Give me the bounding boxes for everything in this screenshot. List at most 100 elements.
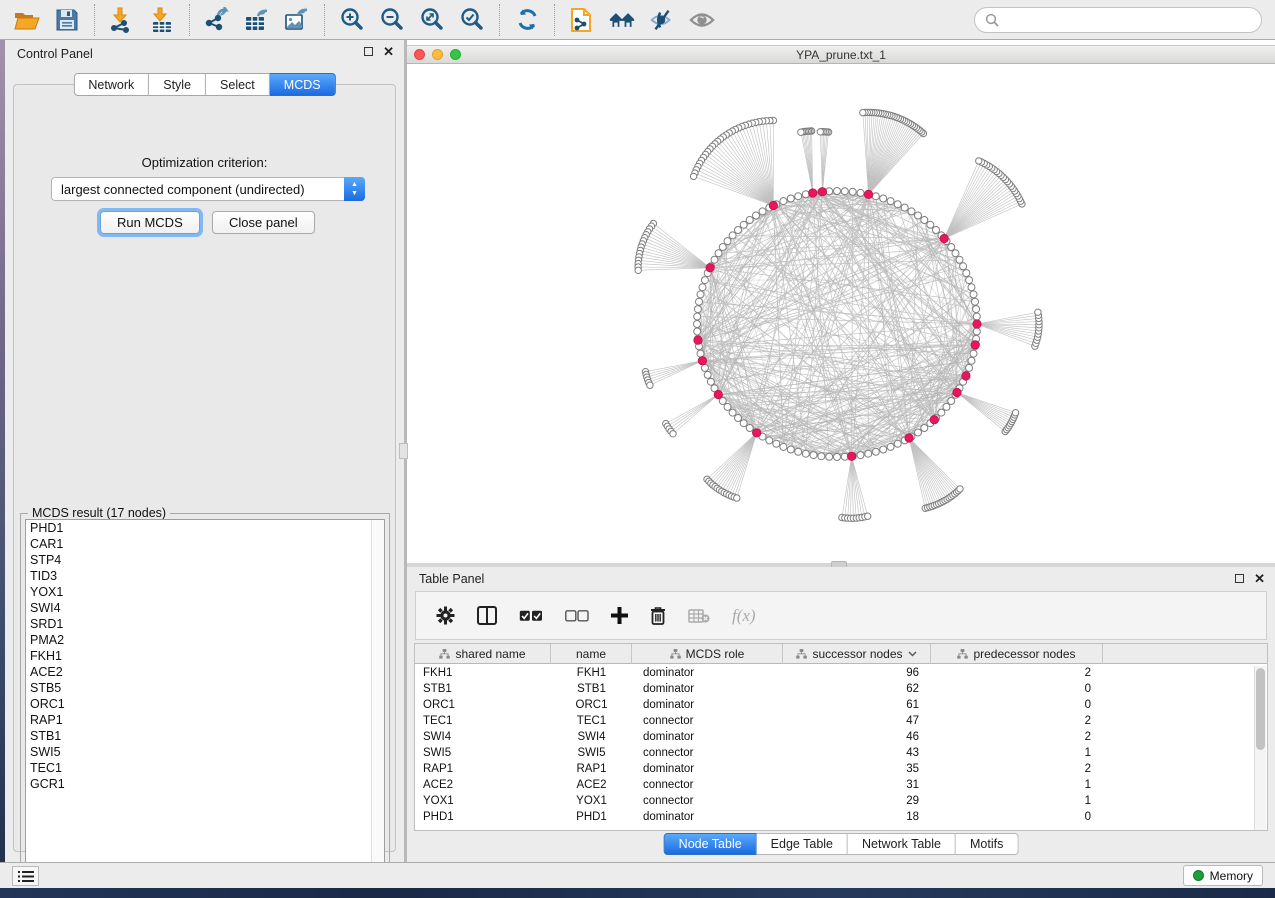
import-network-icon[interactable] bbox=[109, 7, 135, 33]
select-all-icon[interactable] bbox=[519, 610, 543, 622]
table-row[interactable]: SWI4SWI4dominator462 bbox=[415, 729, 1267, 745]
mcds-result-item[interactable]: STB5 bbox=[26, 680, 384, 696]
mcds-result-item[interactable]: SWI5 bbox=[26, 744, 384, 760]
column-header-name[interactable]: name bbox=[551, 644, 632, 664]
export-network-icon[interactable] bbox=[204, 7, 230, 33]
mcds-result-item[interactable]: FKH1 bbox=[26, 648, 384, 664]
open-file-icon[interactable] bbox=[14, 7, 40, 33]
desktop-background-bottom bbox=[0, 888, 1275, 898]
table-scrollbar[interactable] bbox=[1254, 666, 1266, 830]
table-cell: RAP1 bbox=[415, 761, 551, 777]
refresh-icon[interactable] bbox=[514, 7, 540, 33]
save-session-icon[interactable] bbox=[54, 7, 80, 33]
mcds-result-item[interactable]: CAR1 bbox=[26, 536, 384, 552]
mcds-result-item[interactable]: SWI4 bbox=[26, 600, 384, 616]
mcds-result-item[interactable]: RAP1 bbox=[26, 712, 384, 728]
column-header-MCDS-role[interactable]: MCDS role bbox=[632, 644, 783, 664]
mcds-result-item[interactable]: SRD1 bbox=[26, 616, 384, 632]
mcds-result-group: MCDS result (17 nodes) PHD1CAR1STP4TID3Y… bbox=[20, 506, 390, 878]
table-row[interactable]: RAP1RAP1dominator352 bbox=[415, 761, 1267, 777]
table-cell: connector bbox=[632, 713, 783, 729]
deselect-all-icon[interactable] bbox=[565, 610, 589, 622]
mcds-result-list[interactable]: PHD1CAR1STP4TID3YOX1SWI4SRD1PMA2FKH1ACE2… bbox=[25, 519, 385, 873]
column-header-predecessor-nodes[interactable]: predecessor nodes bbox=[931, 644, 1103, 664]
table-row[interactable]: ORC1ORC1dominator610 bbox=[415, 697, 1267, 713]
zoom-selected-icon[interactable] bbox=[459, 7, 485, 33]
table-row[interactable]: STB1STB1dominator620 bbox=[415, 681, 1267, 697]
delete-table-icon bbox=[688, 609, 710, 623]
table-row[interactable]: SWI5SWI5connector431 bbox=[415, 745, 1267, 761]
table-row[interactable]: FKH1FKH1dominator962 bbox=[415, 665, 1267, 681]
export-table-icon[interactable] bbox=[244, 7, 270, 33]
mcds-result-item[interactable]: PHD1 bbox=[26, 520, 384, 536]
table-cell: 1 bbox=[931, 777, 1103, 793]
tab-mcds[interactable]: MCDS bbox=[270, 73, 336, 96]
zoom-out-icon[interactable] bbox=[379, 7, 405, 33]
table-row[interactable]: PHD1PHD1dominator180 bbox=[415, 809, 1267, 825]
table-cell: SWI5 bbox=[551, 745, 632, 761]
network-graph[interactable] bbox=[407, 64, 1275, 563]
table-panel-header: Table Panel ✕ bbox=[407, 567, 1275, 591]
search-box[interactable] bbox=[974, 7, 1262, 33]
zoom-fit-icon[interactable] bbox=[419, 7, 445, 33]
tab-network[interactable]: Network bbox=[73, 73, 149, 96]
table-cell: TEC1 bbox=[415, 713, 551, 729]
tab-edge-table[interactable]: Edge Table bbox=[757, 833, 848, 855]
mcds-result-item[interactable]: ORC1 bbox=[26, 696, 384, 712]
close-panel-icon[interactable]: ✕ bbox=[383, 47, 394, 56]
mcds-result-item[interactable]: GCR1 bbox=[26, 776, 384, 792]
table-scrollbar-thumb[interactable] bbox=[1256, 668, 1265, 750]
float-panel-icon[interactable] bbox=[364, 47, 373, 56]
table-row[interactable]: TEC1TEC1connector472 bbox=[415, 713, 1267, 729]
close-panel-button[interactable]: Close panel bbox=[212, 211, 315, 234]
table-settings-gear-icon[interactable] bbox=[436, 606, 455, 625]
control-panel-tabs: NetworkStyleSelectMCDS bbox=[73, 73, 335, 96]
add-column-icon[interactable] bbox=[611, 607, 628, 624]
mcds-result-item[interactable]: TEC1 bbox=[26, 760, 384, 776]
tab-motifs[interactable]: Motifs bbox=[956, 833, 1018, 855]
table-cell: 62 bbox=[783, 681, 931, 697]
home-network-icon[interactable] bbox=[609, 7, 635, 33]
import-table-icon[interactable] bbox=[149, 7, 175, 33]
mcds-result-item[interactable]: STB1 bbox=[26, 728, 384, 744]
table-cell: connector bbox=[632, 793, 783, 809]
memory-button[interactable]: Memory bbox=[1183, 865, 1263, 886]
table-cell: FKH1 bbox=[551, 665, 632, 681]
table-cell: RAP1 bbox=[551, 761, 632, 777]
delete-column-icon[interactable] bbox=[650, 606, 666, 625]
column-header-shared-name[interactable]: shared name bbox=[415, 644, 551, 664]
show-columns-icon[interactable] bbox=[477, 606, 497, 625]
hide-graphics-icon[interactable] bbox=[649, 7, 675, 33]
run-mcds-button[interactable]: Run MCDS bbox=[100, 211, 200, 234]
mcds-result-item[interactable]: TID3 bbox=[26, 568, 384, 584]
vertical-splitter-handle[interactable] bbox=[399, 443, 408, 459]
table-panel-tabs: Node TableEdge TableNetwork TableMotifs bbox=[664, 833, 1019, 855]
list-scrollbar[interactable] bbox=[371, 520, 384, 872]
mcds-result-item[interactable]: STP4 bbox=[26, 552, 384, 568]
network-canvas[interactable] bbox=[407, 64, 1275, 563]
tab-node-table[interactable]: Node Table bbox=[664, 833, 757, 855]
control-panel: Control Panel ✕ NetworkStyleSelectMCDS O… bbox=[5, 40, 404, 862]
tab-select[interactable]: Select bbox=[206, 73, 270, 96]
table-cell: ACE2 bbox=[415, 777, 551, 793]
mcds-result-title: MCDS result (17 nodes) bbox=[28, 506, 170, 520]
mcds-result-item[interactable]: ACE2 bbox=[26, 664, 384, 680]
table-row[interactable]: ACE2ACE2connector311 bbox=[415, 777, 1267, 793]
task-history-button[interactable] bbox=[12, 866, 39, 886]
table-cell: 46 bbox=[783, 729, 931, 745]
network-from-selection-icon[interactable] bbox=[569, 7, 595, 33]
table-row[interactable]: YOX1YOX1connector291 bbox=[415, 793, 1267, 809]
table-cell: 18 bbox=[783, 809, 931, 825]
mcds-result-item[interactable]: PMA2 bbox=[26, 632, 384, 648]
network-window-titlebar[interactable]: YPA_prune.txt_1 bbox=[407, 45, 1275, 64]
search-input[interactable] bbox=[1005, 13, 1251, 27]
tab-network-table[interactable]: Network Table bbox=[848, 833, 956, 855]
column-header-successor-nodes[interactable]: successor nodes bbox=[783, 644, 931, 664]
close-panel-icon[interactable]: ✕ bbox=[1254, 574, 1265, 583]
zoom-in-icon[interactable] bbox=[339, 7, 365, 33]
float-panel-icon[interactable] bbox=[1235, 574, 1244, 583]
tab-style[interactable]: Style bbox=[149, 73, 206, 96]
mcds-result-item[interactable]: YOX1 bbox=[26, 584, 384, 600]
export-image-icon[interactable] bbox=[284, 7, 310, 33]
optimization-criterion-select[interactable]: largest connected component (undirected)… bbox=[51, 177, 365, 201]
